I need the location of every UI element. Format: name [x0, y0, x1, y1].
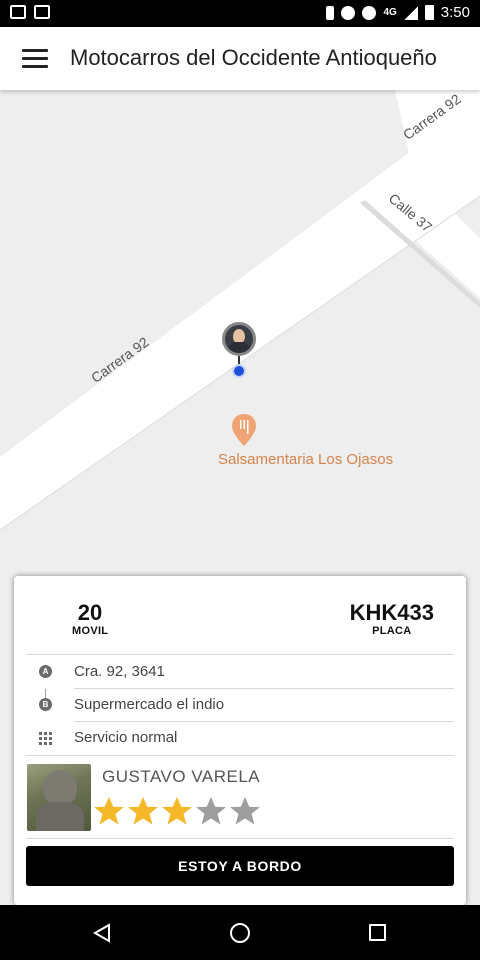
star-empty-icon [230, 796, 260, 825]
star-filled-icon [162, 796, 192, 825]
driver-avatar [27, 764, 91, 831]
menu-icon[interactable] [22, 49, 48, 69]
poi-label: Salsamentaria Los Ojasos [218, 451, 394, 468]
bluetooth-icon [326, 5, 335, 20]
activity-notification-icon [34, 5, 50, 19]
network-type: 4G [383, 7, 397, 18]
battery-icon [424, 5, 434, 20]
divider [26, 838, 454, 839]
home-icon[interactable] [230, 923, 250, 943]
divider [26, 755, 454, 756]
location-pin-icon [232, 364, 246, 378]
plate-block: KHK433 PLACA [350, 600, 434, 637]
movil-label: MOVIL [72, 625, 109, 637]
destination-row: B Supermercado el indio [26, 688, 454, 721]
star-empty-icon [196, 796, 226, 825]
app-title: Motocarros del Occidente Antioqueño [70, 45, 437, 70]
star-filled-icon [128, 796, 158, 825]
driver-location-marker[interactable] [222, 322, 256, 356]
status-bar: 4G 3:50 [0, 0, 480, 27]
recent-apps-icon[interactable] [369, 924, 386, 941]
plate-number: KHK433 [349, 600, 434, 625]
origin-marker-icon: A [39, 665, 52, 678]
poi-marker-icon[interactable] [232, 414, 256, 446]
signal-icon [403, 5, 418, 20]
do-not-disturb-icon [341, 5, 356, 20]
navigation-bar [0, 905, 480, 960]
trip-card: 20 MOVIL KHK433 PLACA A Cra. 92, 3641 B … [14, 576, 466, 905]
service-type: Servicio normal [74, 729, 178, 746]
plate-label: PLACA [372, 625, 412, 637]
back-icon[interactable] [92, 923, 112, 943]
movil-number: 20 [77, 600, 103, 625]
movil-block: 20 MOVIL [72, 600, 108, 637]
service-grid-icon [39, 732, 52, 745]
destination-address: Supermercado el indio [74, 696, 225, 713]
on-board-button[interactable]: ESTOY A BORDO [26, 846, 454, 886]
clock: 3:50 [440, 4, 470, 21]
app-bar: Motocarros del Occidente Antioqueño [0, 27, 480, 90]
origin-address: Cra. 92, 3641 [74, 663, 165, 680]
photo-notification-icon [10, 5, 26, 19]
star-filled-icon [94, 796, 124, 825]
destination-marker-icon: B [39, 698, 52, 711]
alarm-icon [362, 5, 377, 20]
origin-row: A Cra. 92, 3641 [26, 655, 454, 688]
driver-rating [92, 794, 262, 828]
driver-name: GUSTAVO VARELA [102, 767, 261, 786]
service-row: Servicio normal [26, 721, 454, 754]
